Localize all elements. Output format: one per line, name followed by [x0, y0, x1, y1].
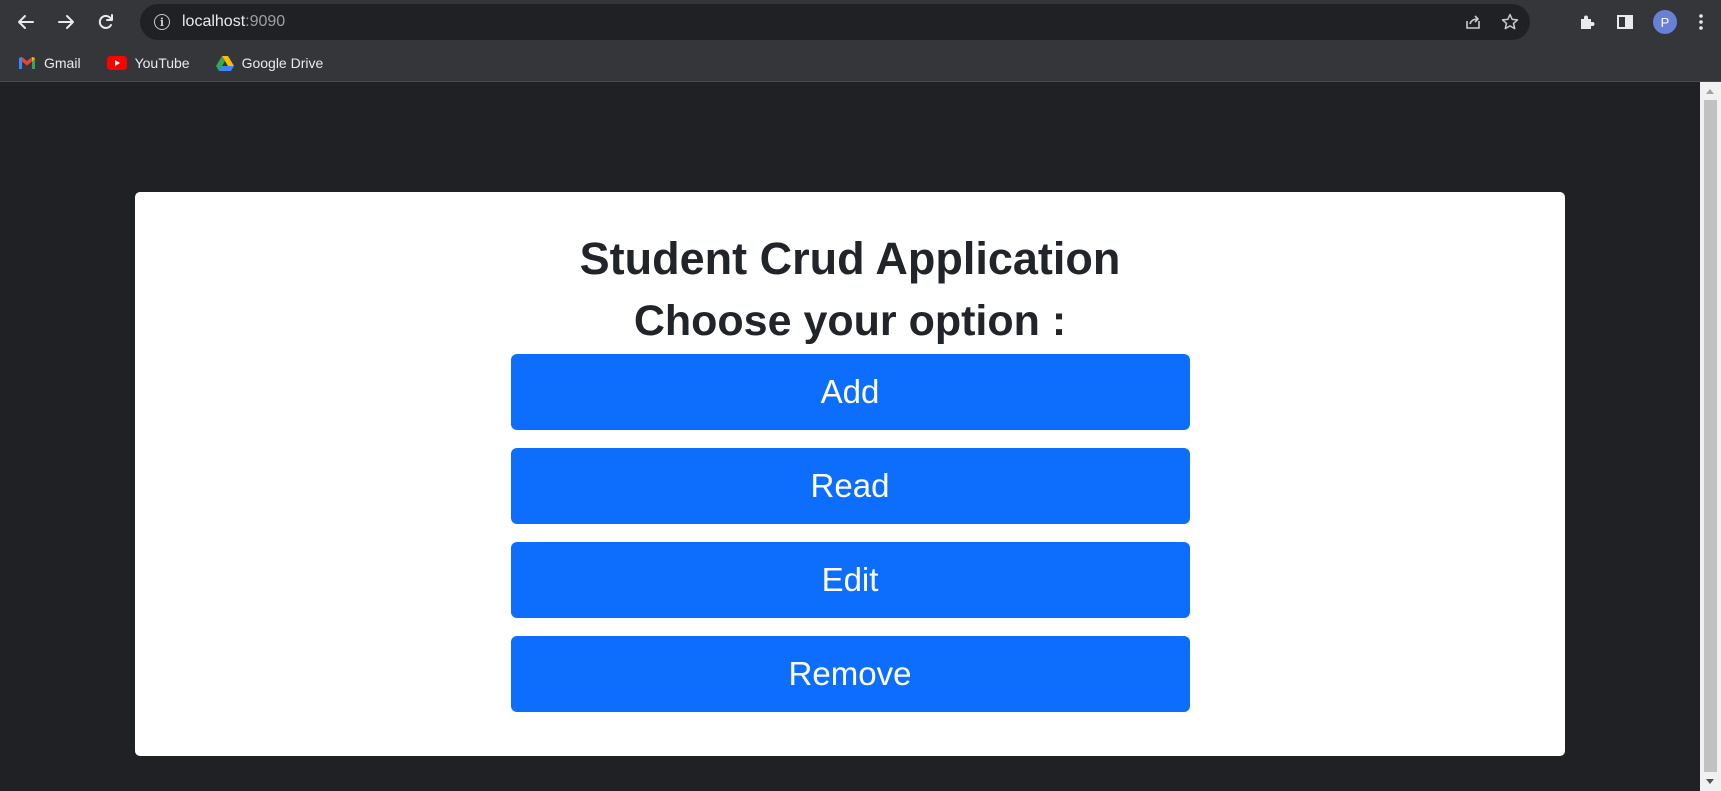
back-button[interactable] [8, 4, 44, 40]
url-host: localhost [182, 13, 246, 30]
reload-button[interactable] [88, 4, 124, 40]
bookmark-label: YouTube [134, 54, 190, 71]
site-info-icon[interactable]: i [154, 14, 170, 30]
remove-button[interactable]: Remove [510, 636, 1190, 712]
bookmark-youtube[interactable]: YouTube [106, 54, 190, 71]
browser-window: i localhost:9090 P Gmail YouTube Google … [0, 0, 1721, 791]
arrow-left-icon [18, 15, 34, 29]
page-scrollbar[interactable] [1700, 82, 1721, 791]
page-viewport: Student Crud Application Choose your opt… [0, 82, 1700, 791]
google-drive-icon [215, 55, 234, 71]
bookmark-label: Gmail [44, 54, 81, 71]
bookmark-star-icon[interactable] [1500, 12, 1520, 32]
bookmark-google-drive[interactable]: Google Drive [215, 54, 324, 71]
scroll-down-icon[interactable] [1706, 779, 1714, 784]
forward-button[interactable] [48, 4, 84, 40]
side-panel-icon[interactable] [1615, 12, 1635, 32]
main-card: Student Crud Application Choose your opt… [135, 192, 1565, 756]
page-subtitle: Choose your option : [633, 297, 1067, 345]
reload-icon [98, 14, 113, 29]
add-button[interactable]: Add [510, 354, 1190, 430]
address-bar-actions [1464, 4, 1520, 40]
url-port: :9090 [245, 13, 286, 30]
youtube-icon [106, 55, 127, 70]
url-text[interactable]: localhost:9090 [182, 13, 285, 31]
extensions-puzzle-icon[interactable] [1577, 12, 1597, 32]
scroll-up-icon[interactable] [1706, 89, 1714, 94]
bookmark-label: Google Drive [241, 54, 324, 71]
profile-avatar[interactable]: P [1653, 10, 1677, 34]
scrollbar-thumb[interactable] [1704, 100, 1717, 772]
option-buttons: Add Read Edit Remove [510, 354, 1190, 712]
share-icon[interactable] [1464, 13, 1482, 31]
address-bar[interactable]: i localhost:9090 [140, 4, 1530, 40]
read-button[interactable]: Read [510, 448, 1190, 524]
bookmark-gmail[interactable]: Gmail [18, 55, 81, 71]
browser-toolbar: i localhost:9090 P [0, 0, 1721, 44]
bookmarks-bar: Gmail YouTube Google Drive [0, 44, 1721, 82]
toolbar-actions: P [1577, 4, 1707, 40]
page-title: Student Crud Application [579, 233, 1121, 284]
gmail-icon [19, 56, 35, 69]
more-options-icon[interactable] [1695, 12, 1707, 32]
arrow-right-icon [58, 15, 74, 29]
edit-button[interactable]: Edit [510, 542, 1190, 618]
